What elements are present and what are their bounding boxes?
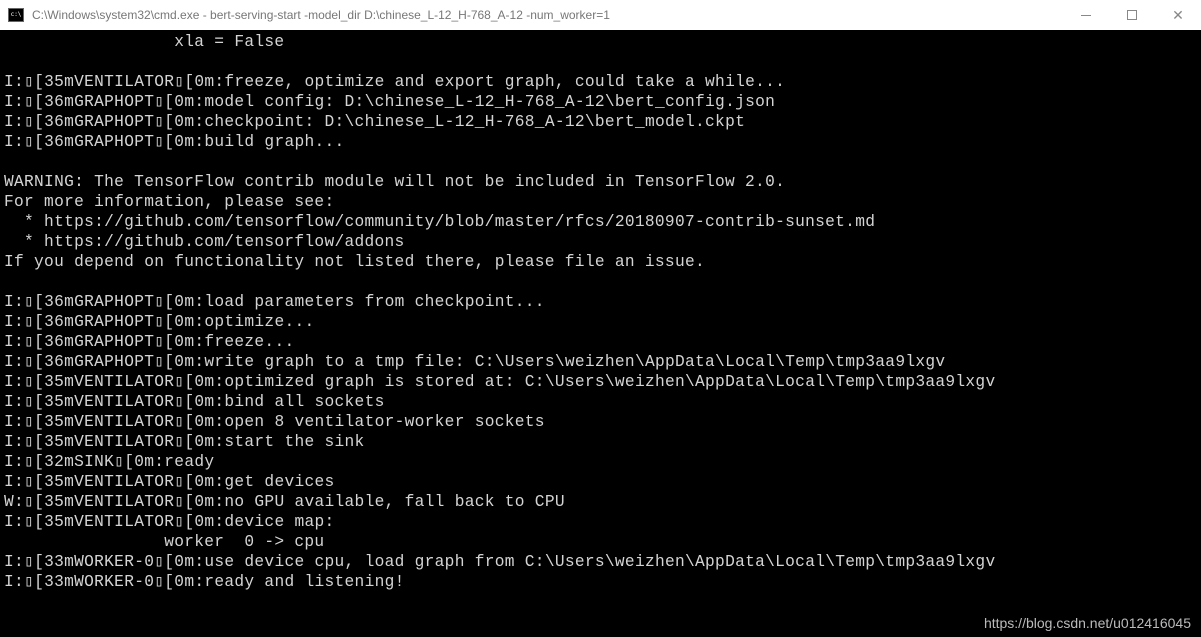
title-left-group: C:\Windows\system32\cmd.exe - bert-servi…	[8, 8, 610, 22]
window-title-bar: C:\Windows\system32\cmd.exe - bert-servi…	[0, 0, 1201, 30]
minimize-icon	[1081, 15, 1091, 16]
window-title-text: C:\Windows\system32\cmd.exe - bert-servi…	[32, 8, 610, 22]
terminal-line: If you depend on functionality not liste…	[4, 252, 1197, 272]
cmd-icon	[8, 8, 24, 22]
terminal-line: I:▯[36mGRAPHOPT▯[0m:checkpoint: D:\chine…	[4, 112, 1197, 132]
terminal-line: I:▯[32mSINK▯[0m:ready	[4, 452, 1197, 472]
window-controls: ✕	[1063, 0, 1201, 30]
terminal-line: I:▯[35mVENTILATOR▯[0m:start the sink	[4, 432, 1197, 452]
terminal-line: I:▯[35mVENTILATOR▯[0m:device map:	[4, 512, 1197, 532]
terminal-line: * https://github.com/tensorflow/addons	[4, 232, 1197, 252]
terminal-line: * https://github.com/tensorflow/communit…	[4, 212, 1197, 232]
terminal-line: I:▯[35mVENTILATOR▯[0m:freeze, optimize a…	[4, 72, 1197, 92]
terminal-line: For more information, please see:	[4, 192, 1197, 212]
terminal-line	[4, 272, 1197, 292]
terminal-line: I:▯[35mVENTILATOR▯[0m:open 8 ventilator-…	[4, 412, 1197, 432]
terminal-line: W:▯[35mVENTILATOR▯[0m:no GPU available, …	[4, 492, 1197, 512]
maximize-icon	[1127, 10, 1137, 20]
terminal-line: worker 0 -> cpu	[4, 532, 1197, 552]
terminal-line: I:▯[36mGRAPHOPT▯[0m:load parameters from…	[4, 292, 1197, 312]
terminal-line: I:▯[35mVENTILATOR▯[0m:bind all sockets	[4, 392, 1197, 412]
close-icon: ✕	[1172, 8, 1184, 22]
terminal-line: I:▯[33mWORKER-0▯[0m:ready and listening!	[4, 572, 1197, 592]
close-button[interactable]: ✕	[1155, 0, 1201, 30]
terminal-line	[4, 152, 1197, 172]
terminal-line: I:▯[36mGRAPHOPT▯[0m:model config: D:\chi…	[4, 92, 1197, 112]
terminal-line: WARNING: The TensorFlow contrib module w…	[4, 172, 1197, 192]
terminal-output[interactable]: xla = False I:▯[35mVENTILATOR▯[0m:freeze…	[0, 30, 1201, 594]
terminal-line: I:▯[35mVENTILATOR▯[0m:optimized graph is…	[4, 372, 1197, 392]
maximize-button[interactable]	[1109, 0, 1155, 30]
terminal-line: I:▯[36mGRAPHOPT▯[0m:freeze...	[4, 332, 1197, 352]
watermark-text: https://blog.csdn.net/u012416045	[984, 615, 1191, 631]
terminal-line: I:▯[36mGRAPHOPT▯[0m:optimize...	[4, 312, 1197, 332]
terminal-line: I:▯[35mVENTILATOR▯[0m:get devices	[4, 472, 1197, 492]
terminal-line	[4, 52, 1197, 72]
terminal-line: I:▯[33mWORKER-0▯[0m:use device cpu, load…	[4, 552, 1197, 572]
terminal-line: xla = False	[4, 32, 1197, 52]
minimize-button[interactable]	[1063, 0, 1109, 30]
terminal-line: I:▯[36mGRAPHOPT▯[0m:write graph to a tmp…	[4, 352, 1197, 372]
terminal-line: I:▯[36mGRAPHOPT▯[0m:build graph...	[4, 132, 1197, 152]
